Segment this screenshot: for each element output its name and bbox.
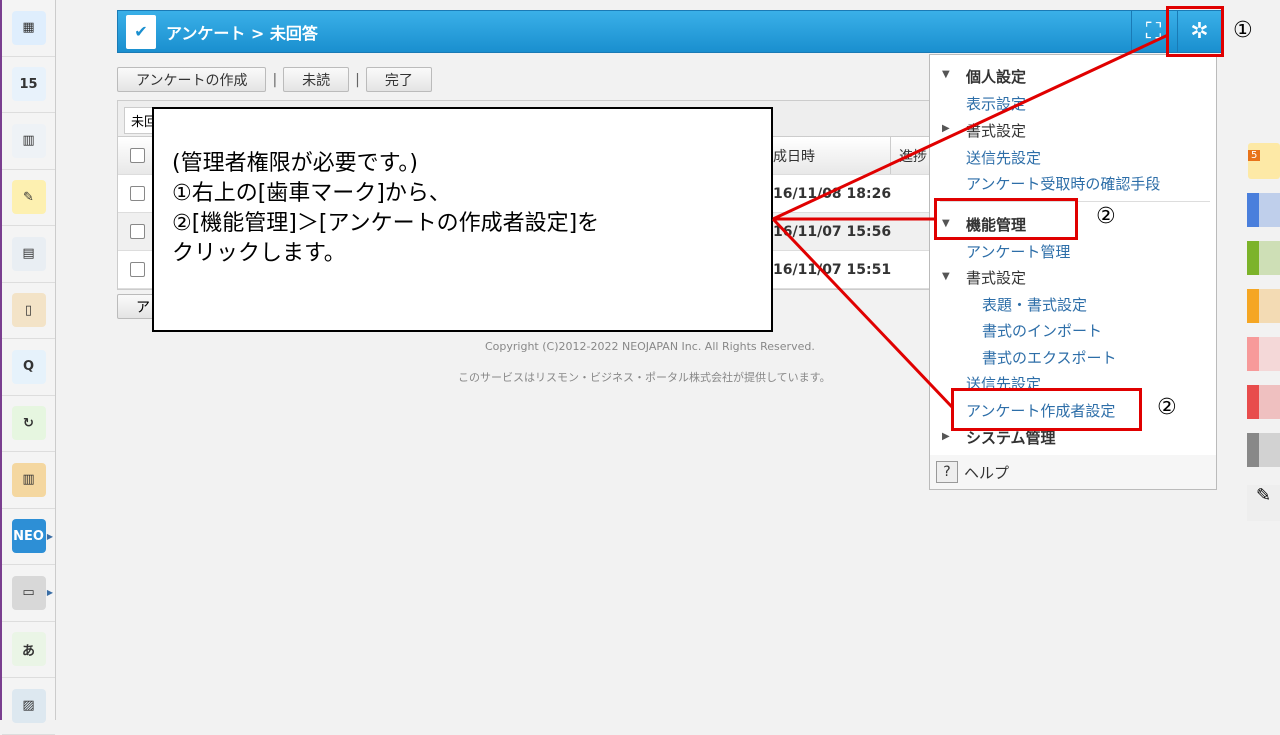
memo-widget-icon[interactable]: 5	[1248, 143, 1280, 179]
step-number: ①	[1233, 18, 1253, 43]
step-number: ②	[1157, 395, 1177, 420]
step-number: ②	[1096, 204, 1116, 229]
pointer-line	[771, 217, 954, 409]
color-swatch[interactable]	[1247, 385, 1280, 419]
highlight-function-mgmt	[934, 198, 1078, 240]
color-swatch[interactable]	[1247, 241, 1280, 275]
pencil-icon[interactable]: ✎	[1247, 485, 1280, 521]
annotation-lines	[771, 33, 1169, 409]
highlight-gear	[1166, 6, 1224, 57]
color-swatch[interactable]	[1247, 193, 1280, 227]
pointer-line	[772, 33, 1169, 221]
highlight-creator-settings	[951, 388, 1142, 431]
color-swatch[interactable]	[1247, 337, 1280, 371]
color-swatch[interactable]	[1247, 433, 1280, 467]
color-swatch[interactable]	[1247, 289, 1280, 323]
